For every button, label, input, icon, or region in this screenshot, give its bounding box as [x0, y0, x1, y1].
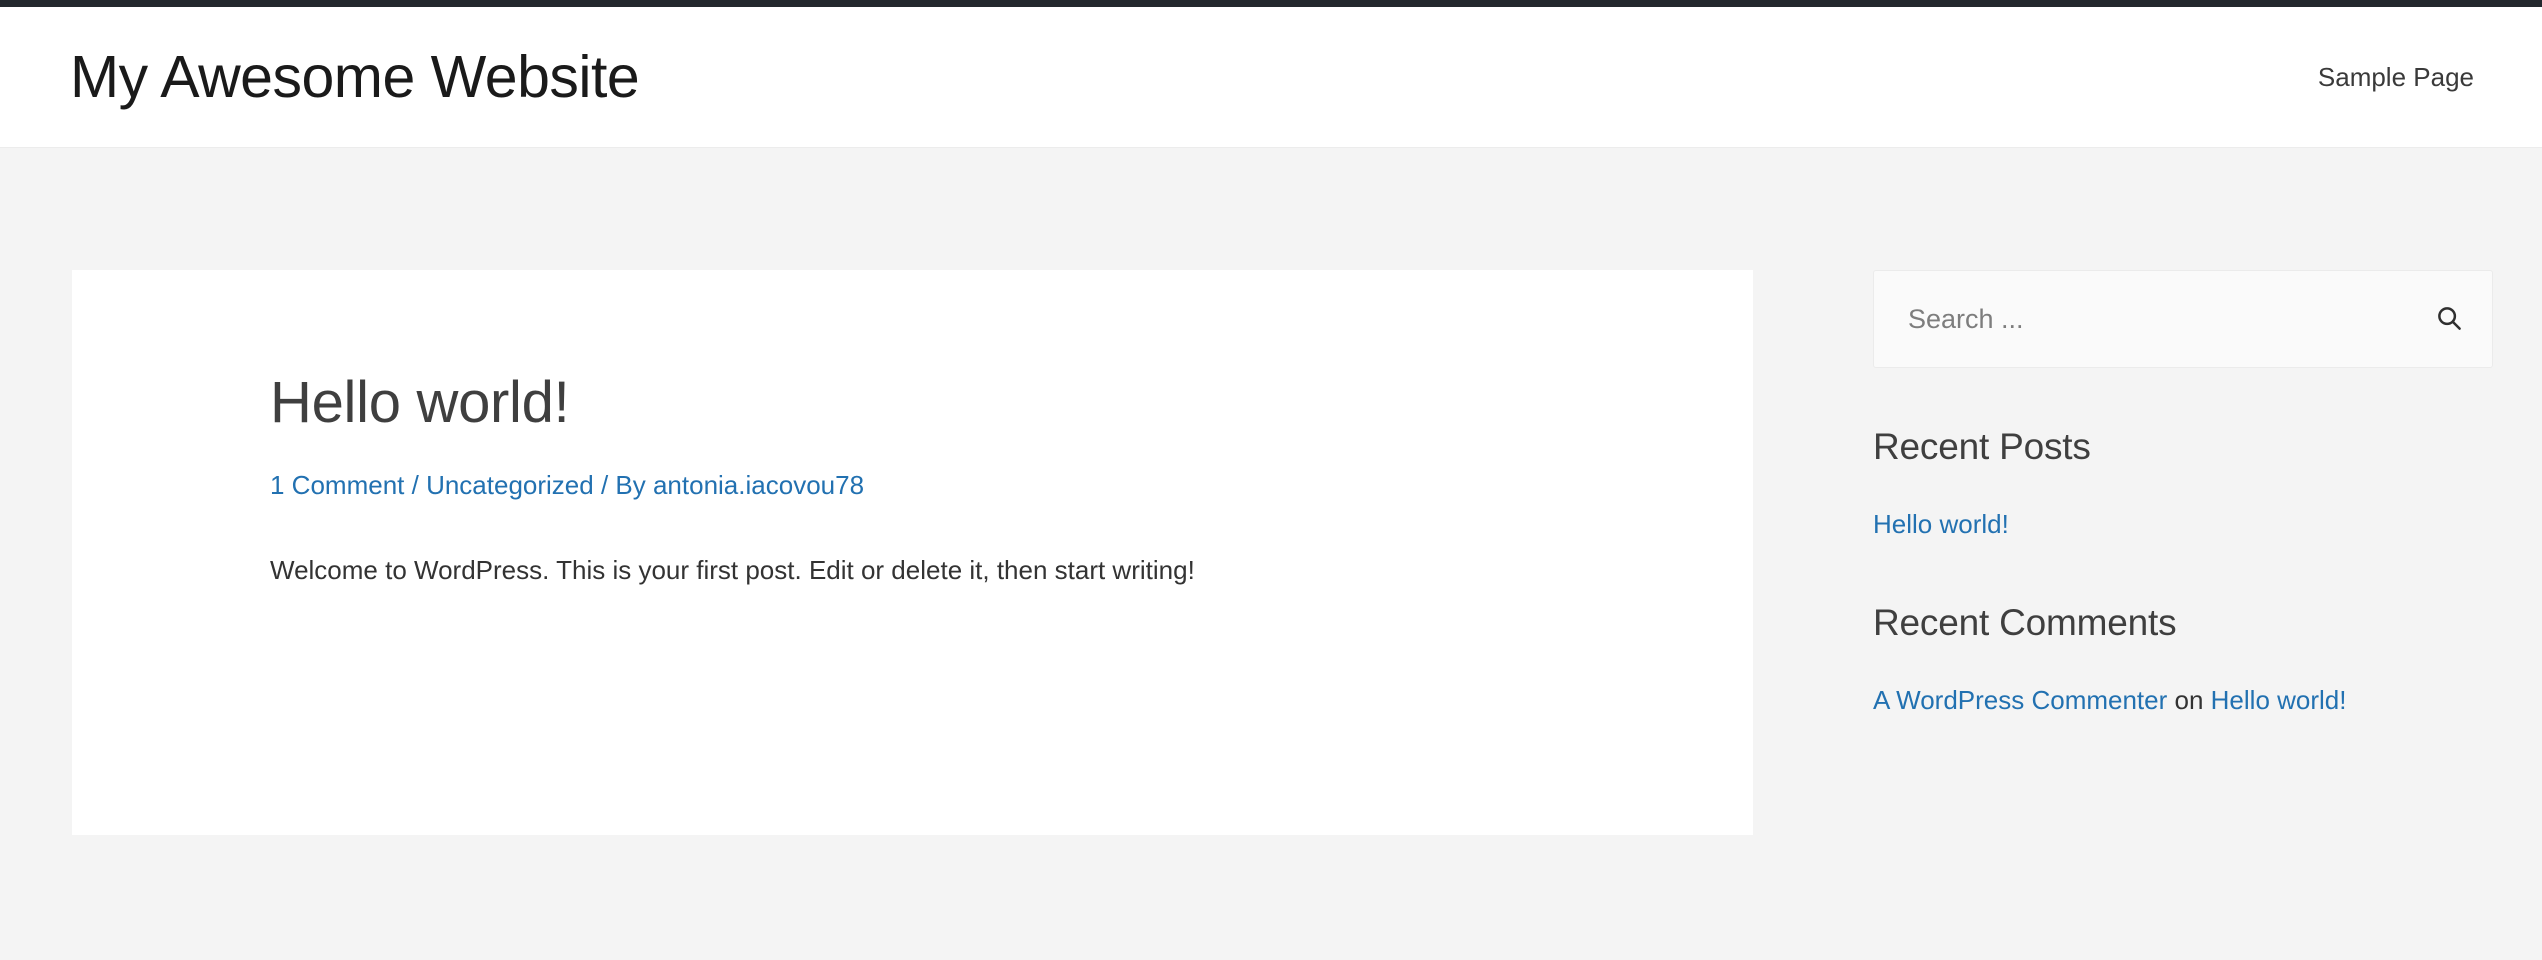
- search-submit-button[interactable]: [2427, 297, 2471, 341]
- recent-posts-title: Recent Posts: [1873, 426, 2091, 467]
- search-widget: [1873, 270, 2493, 368]
- post-author-link[interactable]: antonia.iacovou78: [653, 470, 864, 500]
- page-content: Hello world! 1 Comment / Uncategorized /…: [0, 148, 2542, 835]
- post-category-link[interactable]: Uncategorized: [426, 470, 594, 500]
- comment-author-link[interactable]: A WordPress Commenter: [1873, 685, 2167, 715]
- sidebar: Recent Posts Hello world! Recent Comment…: [1873, 270, 2493, 733]
- meta-separator-1: /: [404, 469, 427, 500]
- post-article: Hello world! 1 Comment / Uncategorized /…: [72, 270, 1753, 835]
- recent-comments-title: Recent Comments: [1873, 602, 2177, 644]
- post-comments-link[interactable]: 1 Comment: [270, 470, 404, 500]
- recent-comments-widget: Recent Comments A WordPress Commenter on…: [1873, 602, 2493, 720]
- comment-post-link[interactable]: Hello world!: [2211, 685, 2347, 715]
- search-input[interactable]: [1873, 270, 2493, 368]
- post-title[interactable]: Hello world!: [270, 370, 1553, 437]
- recent-posts-widget: Recent Posts Hello world!: [1873, 426, 2493, 544]
- post-body-text: Welcome to WordPress. This is your first…: [270, 555, 1195, 586]
- post-by-prefix: By: [615, 469, 653, 500]
- recent-posts-list: Hello world!: [1873, 504, 2493, 544]
- site-header: My Awesome Website Sample Page: [0, 7, 2542, 148]
- list-item: Hello world!: [1873, 504, 2493, 544]
- recent-post-link[interactable]: Hello world!: [1873, 509, 2009, 539]
- site-title[interactable]: My Awesome Website: [70, 44, 640, 110]
- post-meta: 1 Comment / Uncategorized / By antonia.i…: [270, 467, 1553, 503]
- main-content-column: Hello world! 1 Comment / Uncategorized /…: [72, 270, 1753, 835]
- recent-comments-list: A WordPress Commenter on Hello world!: [1873, 680, 2493, 720]
- primary-navigation: Sample Page: [2318, 62, 2474, 93]
- comment-connector: on: [2167, 685, 2211, 716]
- list-item: A WordPress Commenter on Hello world!: [1873, 680, 2493, 720]
- nav-item-sample-page[interactable]: Sample Page: [2318, 62, 2474, 93]
- wp-admin-bar: [0, 0, 2542, 7]
- meta-separator-2: /: [593, 469, 616, 500]
- search-icon: [2434, 303, 2464, 336]
